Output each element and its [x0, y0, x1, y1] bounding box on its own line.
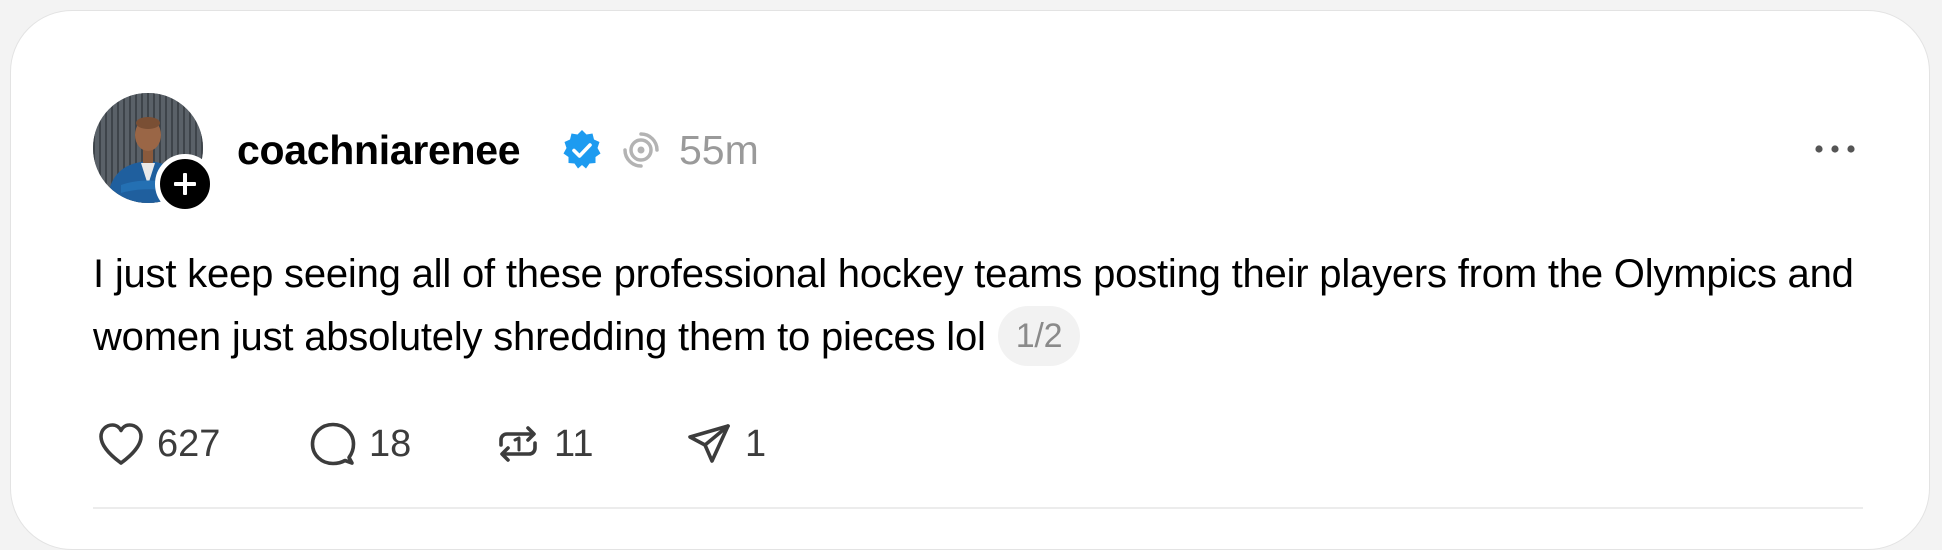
- comment-bubble-icon: [310, 422, 356, 466]
- heart-icon: [99, 423, 143, 465]
- plus-icon: [174, 173, 196, 195]
- post-card[interactable]: coachniarenee 55m I just keep seeing all…: [10, 10, 1930, 550]
- thread-circle-icon: [623, 132, 659, 168]
- more-horizontal-icon[interactable]: [1813, 139, 1857, 159]
- repost-count: 11: [554, 423, 594, 465]
- reply-count: 18: [369, 423, 412, 465]
- like-button[interactable]: 627: [93, 414, 220, 474]
- reply-button[interactable]: 18: [305, 414, 411, 474]
- verified-badge-icon: [563, 130, 601, 169]
- share-button[interactable]: 1: [681, 414, 766, 474]
- repost-icon: [499, 426, 537, 462]
- post-body: I just keep seeing all of these professi…: [93, 243, 1893, 369]
- post-text: I just keep seeing all of these professi…: [93, 252, 1854, 359]
- username[interactable]: coachniarenee: [237, 121, 521, 179]
- like-count: 627: [157, 423, 221, 465]
- divider: [93, 507, 1863, 509]
- repost-button[interactable]: 11: [490, 414, 593, 474]
- page-indicator: 1/2: [997, 306, 1081, 367]
- share-count: 1: [745, 423, 767, 465]
- follow-button[interactable]: [155, 154, 215, 214]
- post-time: 55m: [679, 127, 759, 173]
- send-icon: [688, 424, 730, 463]
